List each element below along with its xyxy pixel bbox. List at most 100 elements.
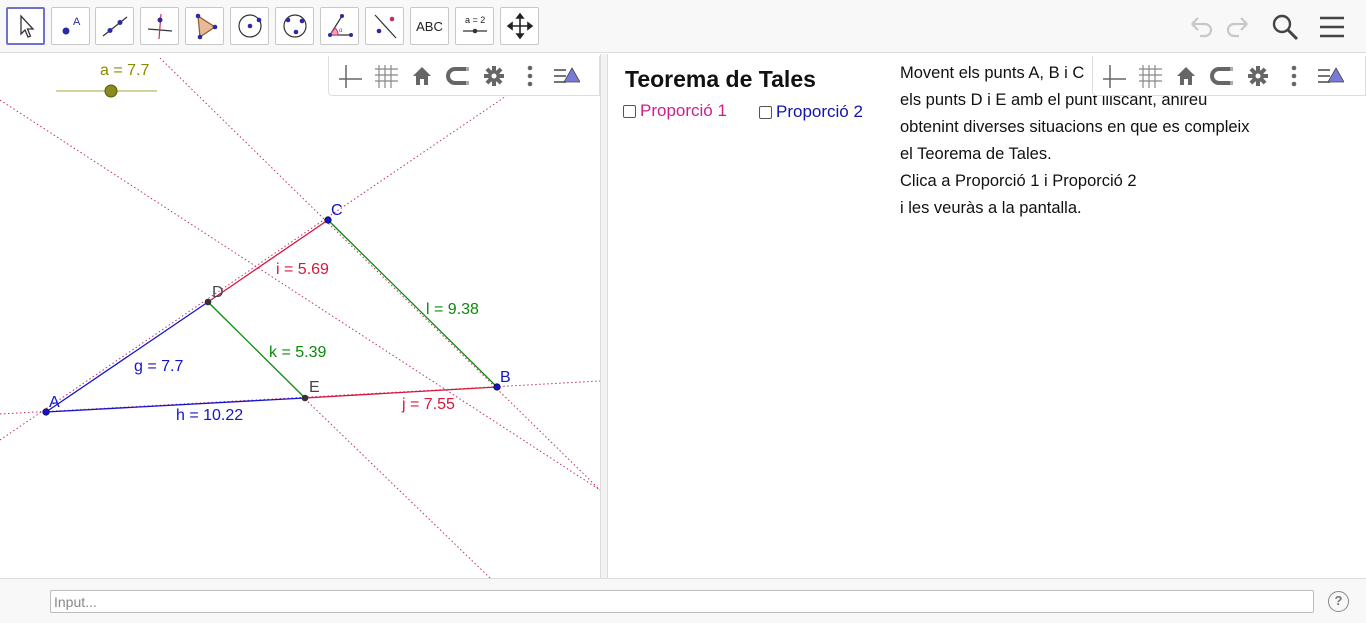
home-icon [1177,66,1195,85]
magnet-icon [446,66,469,85]
graphics-view[interactable]: a = 7.7 g = 7.7 h = 10.22 i = 5.69 j = 7… [0,54,600,578]
grid-icon [1139,64,1162,88]
geometry-canvas[interactable]: a = 7.7 g = 7.7 h = 10.22 i = 5.69 j = 7… [0,54,600,578]
undo-button[interactable] [1184,10,1218,44]
graphics-view-menu-button[interactable] [549,60,583,92]
page-title: Teorema de Tales [625,66,816,92]
toggle-axes-button-2[interactable] [1097,60,1131,92]
segment-h-label: h = 10.22 [176,407,243,424]
toggle-axes-button[interactable] [333,60,367,92]
point-d[interactable] [204,298,212,306]
slider-icon: a = 2 [462,15,487,34]
angle-tool-button[interactable]: α [320,7,359,45]
point-d-label: D [212,284,224,301]
point-e-label: E [309,379,320,396]
polygon-tool-button[interactable] [185,7,224,45]
graphics-style-bar [328,56,600,96]
home-icon [413,66,431,85]
gear-icon [1248,65,1268,86]
slider-handle[interactable] [104,84,118,98]
circle-three-points-icon [282,14,307,38]
line-tool-button[interactable] [95,7,134,45]
segment-g-label: g = 7.7 [134,358,183,375]
slider-tool-button[interactable]: a = 2 [455,7,494,45]
svg-text:α: α [339,28,343,34]
checkbox-2-box[interactable] [759,105,772,119]
toggle-grid-button-2[interactable] [1133,60,1167,92]
graphics-2-style-bar [1092,56,1366,96]
perpendicular-line-tool-button[interactable] [140,7,179,45]
point-a-label: A [49,394,60,411]
undo-icon [1191,17,1213,38]
segment-j-label: j = 7.55 [401,396,455,413]
axes-icon [1103,64,1126,88]
move-tool-button[interactable] [6,7,45,45]
text-tool-button[interactable]: ABC [410,7,449,45]
menu-icon [1320,16,1344,38]
standard-view-button-2[interactable] [1169,60,1203,92]
slider-tool-label: a = 2 [465,15,485,25]
segment-k-label: k = 5.39 [269,344,326,361]
segment-l-label: l = 9.38 [426,301,479,318]
redo-button[interactable] [1221,10,1255,44]
instructions-line: i les veuràs a la pantalla. [900,199,1082,217]
view-menu-icon [554,66,580,83]
axes-icon [339,64,362,88]
polygon-icon [195,13,217,40]
auxiliary-line-3 [0,89,516,441]
point-c-label: C [331,202,343,219]
more-vertical-icon [1291,65,1297,86]
search-icon [1272,14,1299,41]
graphics-more-button[interactable] [513,60,547,92]
reflect-tool-button[interactable] [365,7,404,45]
svg-text:A: A [73,16,81,28]
search-button[interactable] [1268,10,1302,44]
toggle-grid-button[interactable] [369,60,403,92]
magnet-icon [1210,66,1233,85]
main-menu-button[interactable] [1315,10,1349,44]
standard-view-button[interactable] [405,60,439,92]
checkbox-proporcio-1[interactable]: Proporció 1 [623,101,727,121]
input-bar: ? [0,578,1366,623]
segment-i-label: i = 5.69 [276,261,329,278]
checkbox-1-label[interactable]: Proporció 1 [640,101,727,121]
text-tool-label: ABC [416,18,443,34]
auxiliary-line-1 [0,99,600,491]
graphics-settings-button[interactable] [477,60,511,92]
redo-icon [1226,17,1248,38]
point-b-label: B [500,369,511,386]
instructions-line: Clica a Proporció 1 i Proporció 2 [900,172,1137,190]
checkbox-2-label[interactable]: Proporció 2 [776,102,863,122]
perpendicular-line-icon [147,13,172,40]
graphics-settings-button-2[interactable] [1241,60,1275,92]
segment-g[interactable] [45,301,209,413]
line-icon [102,16,127,37]
circle-center-icon [237,14,262,38]
auxiliary-line-2 [159,57,600,491]
point-e[interactable] [301,394,309,402]
view-divider[interactable] [600,54,608,578]
help-button[interactable]: ? [1328,591,1349,612]
checkbox-proporcio-2[interactable]: Proporció 2 [759,102,863,122]
point-capturing-button[interactable] [441,60,475,92]
algebra-input-field[interactable] [50,590,1314,613]
slider-label: a = 7.7 [100,62,149,79]
point-capturing-button-2[interactable] [1205,60,1239,92]
graphics-more-button-2[interactable] [1277,60,1311,92]
reflect-line-icon [374,14,396,39]
move-graphics-view-tool-button[interactable] [500,7,539,45]
checkbox-1-box[interactable] [623,104,636,118]
view-menu-icon [1318,66,1344,83]
graphics-view-2[interactable]: Teorema de Tales Proporció 1 Proporció 2… [609,54,1366,578]
geogebra-app: A α ABC a = 2 a = 7.7 g = 7.7 h = 10.22 … [0,0,1366,623]
point-tool-button[interactable]: A [51,7,90,45]
more-vertical-icon [527,65,533,86]
auxiliary-line-5 [304,398,491,578]
gear-icon [484,65,504,86]
segment-j[interactable] [304,386,498,399]
graphics-2-view-menu-button[interactable] [1313,60,1347,92]
grid-icon [375,64,398,88]
circle-three-points-tool-button[interactable] [275,7,314,45]
auxiliary-lines [0,57,600,578]
circle-center-tool-button[interactable] [230,7,269,45]
